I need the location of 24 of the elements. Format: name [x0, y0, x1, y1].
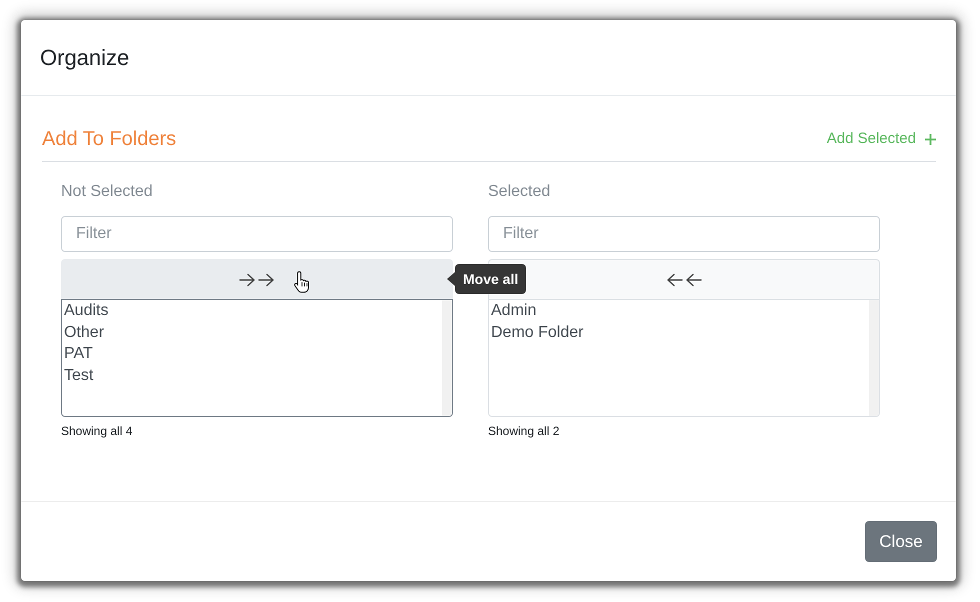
panel-label: Selected	[488, 182, 552, 202]
plus-icon	[925, 134, 936, 144]
filter-field[interactable]: Filter	[488, 216, 880, 252]
list-item[interactable]: Demo Folder	[489, 322, 869, 344]
scrollbar[interactable]	[442, 300, 452, 416]
list-item[interactable]: Audits	[62, 300, 442, 322]
list-count-text: Showing all 4	[61, 423, 134, 439]
list-item[interactable]: Other	[62, 322, 442, 344]
list-item[interactable]: Admin	[489, 300, 869, 322]
double-arrow-left-icon	[666, 272, 702, 286]
dialog-title: Organize	[40, 44, 130, 72]
hand-cursor-icon	[294, 271, 310, 294]
list-count-text: Showing all 2	[488, 423, 560, 439]
close-button[interactable]: Close	[865, 521, 937, 562]
tooltip: Move all	[447, 264, 526, 294]
listbox[interactable]: Admin Demo Folder	[488, 299, 880, 417]
scrollbar[interactable]	[869, 300, 879, 416]
list-item[interactable]: Test	[62, 365, 442, 387]
listbox[interactable]: Audits Other PAT Test	[61, 299, 453, 417]
panel-label: Not Selected	[61, 182, 154, 202]
filter-field[interactable]: Filter	[61, 216, 453, 252]
double-arrow-right-icon	[239, 272, 275, 286]
section-title: Add To Folders	[42, 127, 176, 151]
list-item[interactable]: PAT	[62, 343, 442, 366]
